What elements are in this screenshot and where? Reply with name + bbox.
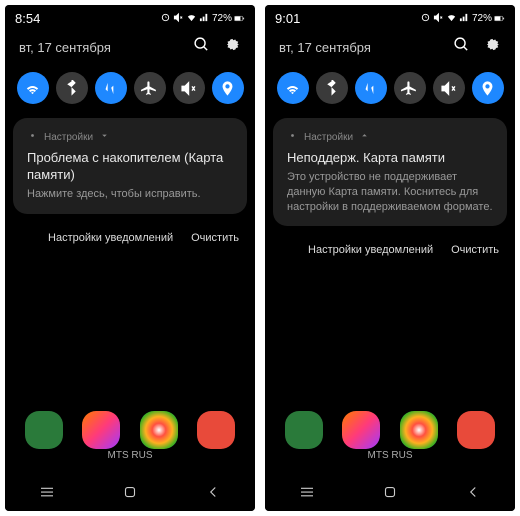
chevron-down-icon[interactable] bbox=[99, 130, 110, 144]
status-time: 9:01 bbox=[275, 11, 300, 26]
qs-bluetooth[interactable] bbox=[316, 72, 348, 104]
mute-icon bbox=[433, 12, 444, 26]
qs-location[interactable] bbox=[472, 72, 504, 104]
clear-action[interactable]: Очистить bbox=[451, 244, 499, 256]
nav-bar bbox=[5, 473, 255, 511]
flag-graphic bbox=[345, 276, 347, 316]
dock-app-chrome[interactable] bbox=[400, 411, 438, 449]
signal-icon bbox=[199, 12, 210, 26]
qs-airplane[interactable] bbox=[394, 72, 426, 104]
dock-app-chrome[interactable] bbox=[140, 411, 178, 449]
nav-home[interactable] bbox=[121, 483, 139, 501]
notification-card[interactable]: Настройки Неподдерж. Карта памяти Это ус… bbox=[273, 118, 507, 226]
qs-airplane[interactable] bbox=[134, 72, 166, 104]
qs-data[interactable] bbox=[355, 72, 387, 104]
notification-body: Это устройство не поддерживает данную Ка… bbox=[287, 170, 493, 215]
signal-icon bbox=[459, 12, 470, 26]
notification-body: Нажмите здесь, чтобы исправить. bbox=[27, 187, 233, 202]
notification-settings-action[interactable]: Настройки уведомлений bbox=[48, 232, 173, 244]
status-indicators: 72% bbox=[160, 12, 245, 26]
carrier-label: MTS RUS bbox=[108, 450, 153, 461]
gear-icon[interactable] bbox=[224, 36, 241, 58]
alarm-icon bbox=[420, 12, 431, 26]
carrier-label: MTS RUS bbox=[368, 450, 413, 461]
notification-app-name: Настройки bbox=[44, 132, 93, 143]
battery-text: 72% bbox=[212, 13, 232, 24]
battery-text: 72% bbox=[472, 13, 492, 24]
dock-app-camera[interactable] bbox=[457, 411, 495, 449]
qs-wifi[interactable] bbox=[17, 72, 49, 104]
clear-action[interactable]: Очистить bbox=[191, 232, 239, 244]
gear-icon[interactable] bbox=[484, 36, 501, 58]
nav-back[interactable] bbox=[464, 483, 482, 501]
flag-graphic bbox=[85, 276, 87, 316]
mute-icon bbox=[173, 12, 184, 26]
dock-app-phone[interactable] bbox=[285, 411, 323, 449]
qs-bluetooth[interactable] bbox=[56, 72, 88, 104]
nav-home[interactable] bbox=[381, 483, 399, 501]
quick-settings-row bbox=[265, 66, 515, 114]
dock-app-phone[interactable] bbox=[25, 411, 63, 449]
app-dock bbox=[265, 411, 515, 449]
qs-wifi[interactable] bbox=[277, 72, 309, 104]
astronaut-graphic bbox=[105, 266, 155, 336]
nav-recents[interactable] bbox=[38, 483, 56, 501]
status-bar: 8:54 72% bbox=[5, 5, 255, 32]
qs-location[interactable] bbox=[212, 72, 244, 104]
notification-app-name: Настройки bbox=[304, 132, 353, 143]
notification-title: Проблема с накопителем (Карта памяти) bbox=[27, 150, 233, 184]
nav-bar bbox=[265, 473, 515, 511]
notification-app-header: Настройки bbox=[27, 130, 233, 144]
settings-icon bbox=[287, 130, 298, 144]
battery-icon bbox=[494, 13, 505, 24]
quick-settings-row bbox=[5, 66, 255, 114]
wifi-icon bbox=[446, 12, 457, 26]
settings-icon bbox=[27, 130, 38, 144]
qs-mute[interactable] bbox=[433, 72, 465, 104]
chevron-up-icon[interactable] bbox=[359, 130, 370, 144]
notification-title: Неподдерж. Карта памяти bbox=[287, 150, 493, 167]
dock-app-camera[interactable] bbox=[197, 411, 235, 449]
battery-icon bbox=[234, 13, 245, 24]
nav-back[interactable] bbox=[204, 483, 222, 501]
search-icon[interactable] bbox=[193, 36, 210, 58]
panel-date: вт, 17 сентября bbox=[279, 40, 371, 55]
alarm-icon bbox=[160, 12, 171, 26]
wifi-icon bbox=[186, 12, 197, 26]
qs-data[interactable] bbox=[95, 72, 127, 104]
qs-mute[interactable] bbox=[173, 72, 205, 104]
status-indicators: 72% bbox=[420, 12, 505, 26]
notification-card[interactable]: Настройки Проблема с накопителем (Карта … bbox=[13, 118, 247, 214]
status-bar: 9:01 72% bbox=[265, 5, 515, 32]
app-dock bbox=[5, 411, 255, 449]
status-time: 8:54 bbox=[15, 11, 40, 26]
dock-app-instagram[interactable] bbox=[342, 411, 380, 449]
notification-settings-action[interactable]: Настройки уведомлений bbox=[308, 244, 433, 256]
search-icon[interactable] bbox=[453, 36, 470, 58]
panel-date: вт, 17 сентября bbox=[19, 40, 111, 55]
astronaut-graphic bbox=[365, 266, 415, 336]
dock-app-instagram[interactable] bbox=[82, 411, 120, 449]
nav-recents[interactable] bbox=[298, 483, 316, 501]
notification-app-header: Настройки bbox=[287, 130, 493, 144]
